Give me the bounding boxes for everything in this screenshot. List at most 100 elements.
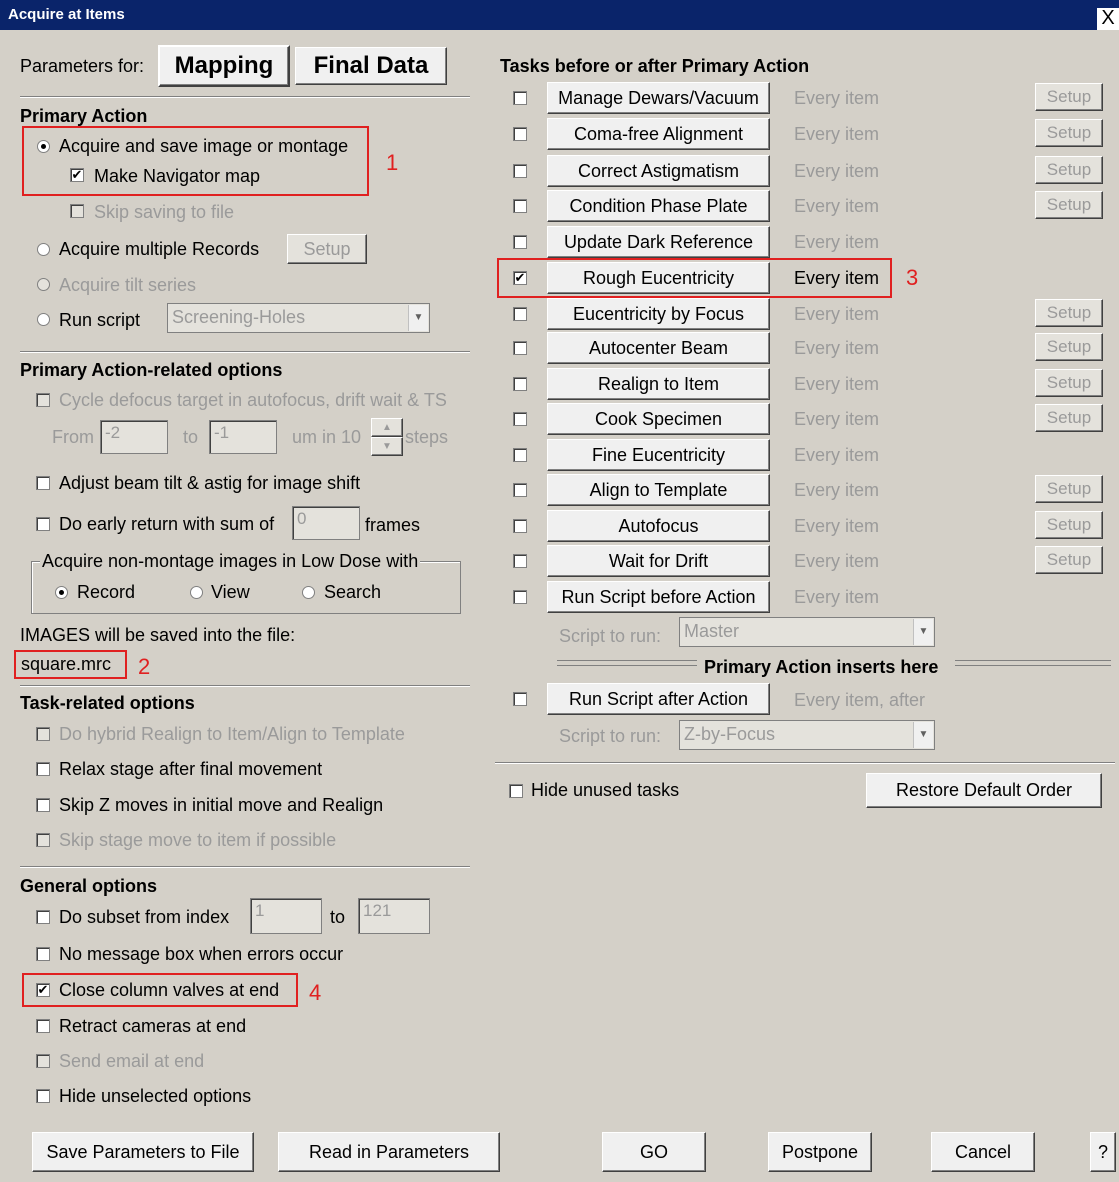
task-button[interactable]: Update Dark Reference — [547, 226, 770, 258]
task-checkbox[interactable] — [513, 412, 527, 426]
task-checkbox[interactable] — [513, 199, 527, 213]
task-button[interactable]: Cook Specimen — [547, 403, 770, 435]
task-checkbox[interactable] — [513, 235, 527, 249]
task-button[interactable]: Eucentricity by Focus — [547, 298, 770, 330]
title-bar: Acquire at Items — [0, 0, 1119, 30]
primary-action-heading: Primary Action — [20, 106, 148, 126]
close-valves-label: Close column valves at end — [59, 980, 280, 1000]
task-button[interactable]: Autofocus — [547, 510, 770, 542]
adjust-beam-checkbox[interactable] — [36, 476, 50, 490]
hybrid-checkbox[interactable] — [36, 727, 50, 741]
from-label: From — [52, 427, 94, 447]
subset-to-input[interactable]: 121 — [358, 898, 430, 934]
acquire-save-radio[interactable] — [37, 140, 50, 153]
task-button[interactable]: Fine Eucentricity — [547, 439, 770, 471]
hide-unselected-checkbox[interactable] — [36, 1089, 50, 1103]
task-button[interactable]: Manage Dewars/Vacuum — [547, 82, 770, 114]
make-nav-map-label: Make Navigator map — [94, 166, 261, 186]
task-setup-button[interactable]: Setup — [1035, 404, 1103, 432]
inserts-line-right — [955, 660, 1111, 666]
subset-checkbox[interactable] — [36, 910, 50, 924]
close-icon[interactable]: X — [1097, 8, 1119, 30]
task-checkbox[interactable] — [513, 377, 527, 391]
cycle-defocus-checkbox[interactable] — [36, 393, 50, 407]
no-msg-checkbox[interactable] — [36, 947, 50, 961]
task-checkbox[interactable] — [513, 91, 527, 105]
task-setup-button[interactable]: Setup — [1035, 511, 1103, 539]
relax-stage-label: Relax stage after final movement — [59, 759, 323, 779]
task-setup-button[interactable]: Setup — [1035, 119, 1103, 147]
cancel-button[interactable]: Cancel — [931, 1132, 1035, 1172]
run-after-button[interactable]: Run Script after Action — [547, 683, 770, 715]
task-button[interactable]: Coma-free Alignment — [547, 118, 770, 150]
task-checkbox[interactable] — [513, 164, 527, 178]
restore-default-order-button[interactable]: Restore Default Order — [866, 773, 1102, 808]
task-checkbox[interactable] — [513, 519, 527, 533]
hybrid-label: Do hybrid Realign to Item/Align to Templ… — [59, 724, 405, 744]
acquire-multiple-radio[interactable] — [37, 243, 50, 256]
acquire-multiple-setup-button[interactable]: Setup — [287, 234, 367, 264]
spin-up-icon[interactable]: ▲ — [371, 418, 403, 437]
defocus-to-input[interactable]: -1 — [209, 420, 277, 454]
task-button[interactable]: Correct Astigmatism — [547, 155, 770, 187]
subset-from-input[interactable]: 1 — [250, 898, 322, 934]
view-label: View — [211, 582, 250, 602]
go-button[interactable]: GO — [602, 1132, 706, 1172]
help-button[interactable]: ? — [1090, 1132, 1116, 1172]
task-checkbox[interactable] — [513, 554, 527, 568]
early-return-checkbox[interactable] — [36, 517, 50, 531]
task-setup-button[interactable]: Setup — [1035, 475, 1103, 503]
search-radio[interactable] — [302, 586, 315, 599]
run-after-checkbox[interactable] — [513, 692, 527, 706]
task-setup-button[interactable]: Setup — [1035, 156, 1103, 184]
task-checkbox[interactable] — [513, 341, 527, 355]
record-label: Record — [77, 582, 136, 602]
record-radio[interactable] — [55, 586, 68, 599]
task-checkbox[interactable] — [513, 448, 527, 462]
task-setup-button[interactable]: Setup — [1035, 369, 1103, 397]
close-valves-checkbox[interactable]: ✔ — [36, 983, 50, 997]
task-button[interactable]: Align to Template — [547, 474, 770, 506]
task-setup-button[interactable]: Setup — [1035, 191, 1103, 219]
task-checkbox[interactable] — [513, 127, 527, 141]
script-before-select[interactable]: Master ▼ — [679, 617, 935, 647]
task-button[interactable]: Realign to Item — [547, 368, 770, 400]
acquire-tilt-radio[interactable] — [37, 278, 50, 291]
spin-down-icon[interactable]: ▼ — [371, 437, 403, 456]
task-checkbox[interactable] — [513, 590, 527, 604]
task-button[interactable]: Wait for Drift — [547, 545, 770, 577]
skip-saving-checkbox[interactable] — [70, 204, 84, 218]
postpone-button[interactable]: Postpone — [768, 1132, 872, 1172]
early-return-frames-input[interactable]: 0 — [292, 506, 360, 540]
relax-stage-checkbox[interactable] — [36, 762, 50, 776]
save-parameters-button[interactable]: Save Parameters to File — [32, 1132, 254, 1172]
task-setup-button[interactable]: Setup — [1035, 83, 1103, 111]
task-setup-button[interactable]: Setup — [1035, 299, 1103, 327]
task-button[interactable]: Run Script before Action — [547, 581, 770, 613]
retract-checkbox[interactable] — [36, 1019, 50, 1033]
tab-final-data[interactable]: Final Data — [295, 47, 447, 85]
skip-stage-checkbox[interactable] — [36, 833, 50, 847]
task-setup-button[interactable]: Setup — [1035, 546, 1103, 574]
email-checkbox[interactable] — [36, 1054, 50, 1068]
divider — [20, 866, 470, 868]
task-frequency: Every item — [794, 445, 880, 465]
retract-label: Retract cameras at end — [59, 1016, 247, 1036]
read-parameters-button[interactable]: Read in Parameters — [278, 1132, 500, 1172]
inserts-line-left — [557, 660, 697, 666]
skip-z-checkbox[interactable] — [36, 798, 50, 812]
task-button[interactable]: Autocenter Beam — [547, 332, 770, 364]
task-checkbox[interactable] — [513, 483, 527, 497]
hide-unused-checkbox[interactable] — [509, 784, 523, 798]
run-script-select[interactable]: Screening-Holes ▼ — [167, 303, 430, 333]
task-frequency: Every item — [794, 196, 880, 216]
tab-mapping[interactable]: Mapping — [158, 45, 290, 87]
run-script-radio[interactable] — [37, 313, 50, 326]
task-button[interactable]: Condition Phase Plate — [547, 190, 770, 222]
script-after-select[interactable]: Z-by-Focus ▼ — [679, 720, 935, 750]
make-nav-map-checkbox[interactable]: ✔ — [70, 168, 84, 182]
task-setup-button[interactable]: Setup — [1035, 333, 1103, 361]
defocus-from-input[interactable]: -2 — [100, 420, 168, 454]
task-checkbox[interactable] — [513, 307, 527, 321]
view-radio[interactable] — [190, 586, 203, 599]
